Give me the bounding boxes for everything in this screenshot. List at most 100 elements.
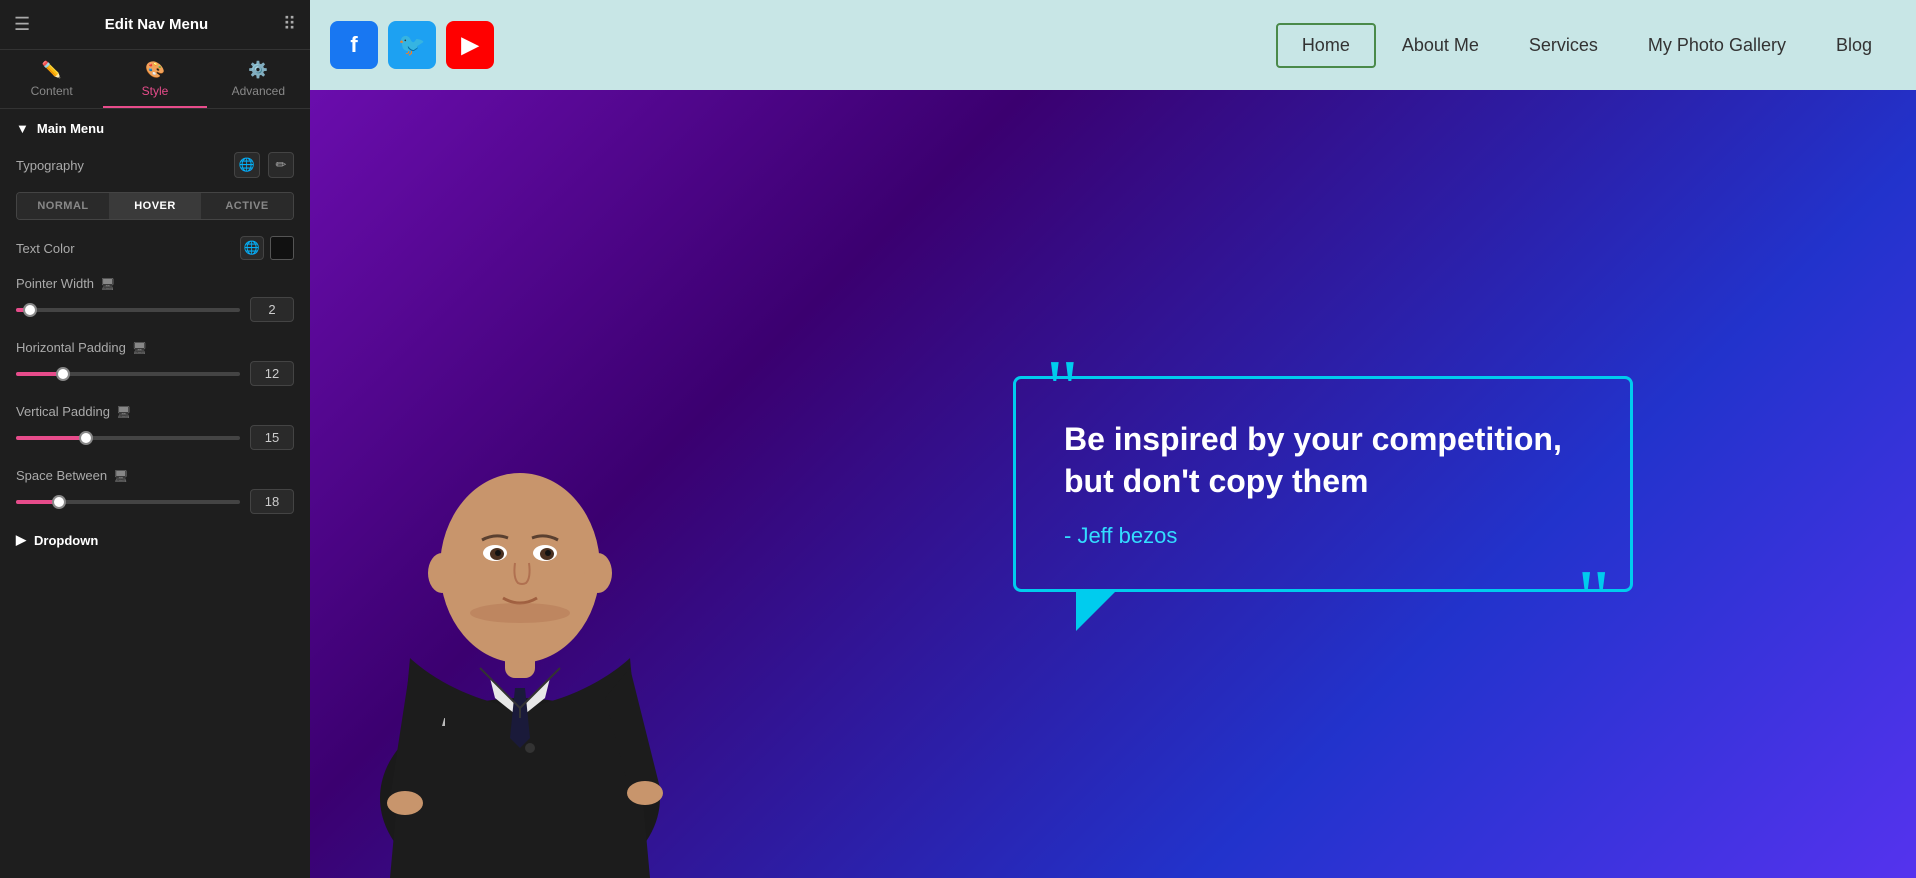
state-tab-normal[interactable]: NORMAL [17,193,109,219]
preview-nav: f 🐦 ▶ Home About Me Services My Photo Ga… [310,0,1916,90]
tab-content[interactable]: ✏️ Content [0,50,103,108]
typography-row: Typography 🌐 ✏ [16,152,294,178]
pointer-width-text: Pointer Width [16,276,94,291]
nav-item-services[interactable]: Services [1505,25,1622,66]
vertical-padding-label-row: Vertical Padding 🖥 [16,404,294,419]
pointer-width-thumb[interactable] [23,303,37,317]
quote-mark-close-icon: " [1577,559,1610,639]
hero-person [310,90,730,878]
horizontal-padding-label: Horizontal Padding 🖥 [16,340,147,355]
pointer-width-value[interactable]: 2 [250,297,294,322]
horizontal-padding-fill [16,372,61,376]
grid-icon[interactable]: ⠿ [283,14,296,35]
tab-advanced[interactable]: ⚙️ Advanced [207,50,310,108]
nav-home-label: Home [1302,35,1350,55]
monitor-icon-hp: 🖥 [132,341,147,355]
social-icons-group: f 🐦 ▶ [330,21,494,69]
horizontal-padding-text: Horizontal Padding [16,340,126,355]
panel-header: ☰ Edit Nav Menu ⠿ [0,0,310,50]
monitor-icon-sb: 🖥 [113,469,128,483]
globe-icon-btn[interactable]: 🌐 [234,152,260,178]
vertical-padding-label: Vertical Padding 🖥 [16,404,131,419]
facebook-letter: f [350,32,357,58]
color-controls: 🌐 [240,236,294,260]
vertical-padding-fill [16,436,83,440]
monitor-icon-vp: 🖥 [116,405,131,419]
section-chevron-icon: ▼ [16,121,29,136]
nav-item-about[interactable]: About Me [1378,25,1503,66]
space-between-label-row: Space Between 🖥 [16,468,294,483]
space-between-slider-row: 18 [16,489,294,514]
vertical-padding-thumb[interactable] [79,431,93,445]
space-between-thumb[interactable] [52,495,66,509]
state-tab-active[interactable]: ACTIVE [201,193,293,219]
pointer-width-row: Pointer Width 🖥 2 [16,276,294,322]
horizontal-padding-thumb[interactable] [56,367,70,381]
nav-item-blog[interactable]: Blog [1812,25,1896,66]
pointer-width-label-row: Pointer Width 🖥 [16,276,294,291]
space-between-fill [16,500,56,504]
vertical-padding-value[interactable]: 15 [250,425,294,450]
main-menu-label: Main Menu [37,121,104,136]
nav-blog-label: Blog [1836,35,1872,55]
space-between-text: Space Between [16,468,107,483]
style-icon: 🎨 [145,60,165,80]
hero-quote-author: - Jeff bezos [1064,523,1582,549]
vertical-padding-row: Vertical Padding 🖥 15 [16,404,294,450]
typography-actions: 🌐 ✏ [234,152,294,178]
vertical-padding-track[interactable] [16,436,240,440]
hero-quote-text: Be inspired by your competition, but don… [1064,419,1582,502]
nav-item-home[interactable]: Home [1276,23,1376,68]
tab-content-label: Content [31,84,73,98]
space-between-label: Space Between 🖥 [16,468,128,483]
nav-menu: Home About Me Services My Photo Gallery … [1276,23,1896,68]
nav-item-gallery[interactable]: My Photo Gallery [1624,25,1810,66]
hero-content: " Be inspired by your competition, but d… [730,90,1916,878]
youtube-play: ▶ [462,32,479,58]
vertical-padding-text: Vertical Padding [16,404,110,419]
text-color-row: Text Color 🌐 [16,236,294,260]
panel-content: ▼ Main Menu Typography 🌐 ✏ NORMAL HOVER … [0,109,310,878]
monitor-icon-pw: 🖥 [100,277,115,291]
horizontal-padding-value[interactable]: 12 [250,361,294,386]
space-between-track[interactable] [16,500,240,504]
right-panel: f 🐦 ▶ Home About Me Services My Photo Ga… [310,0,1916,878]
state-tabs: NORMAL HOVER ACTIVE [16,192,294,220]
dropdown-label: Dropdown [34,533,98,548]
tab-advanced-label: Advanced [232,84,285,98]
content-icon: ✏️ [42,60,62,80]
horizontal-padding-row: Horizontal Padding 🖥 12 [16,340,294,386]
pointer-width-label: Pointer Width 🖥 [16,276,115,291]
youtube-icon[interactable]: ▶ [446,21,494,69]
twitter-bird: 🐦 [398,32,425,58]
space-between-row: Space Between 🖥 18 [16,468,294,514]
twitter-icon[interactable]: 🐦 [388,21,436,69]
quote-mark-open-icon: " [1046,349,1079,429]
main-menu-section-header[interactable]: ▼ Main Menu [16,121,294,136]
text-color-label: Text Color [16,241,75,256]
facebook-icon[interactable]: f [330,21,378,69]
advanced-icon: ⚙️ [248,60,268,80]
dropdown-section[interactable]: ▶ Dropdown [16,532,294,548]
edit-icon-btn[interactable]: ✏ [268,152,294,178]
person-svg [330,178,710,878]
quote-box: " Be inspired by your competition, but d… [1013,376,1633,591]
state-tab-hover[interactable]: HOVER [109,193,201,219]
color-globe-icon[interactable]: 🌐 [240,236,264,260]
left-panel: ☰ Edit Nav Menu ⠿ ✏️ Content 🎨 Style ⚙️ … [0,0,310,878]
hamburger-icon[interactable]: ☰ [14,14,30,35]
pointer-width-track[interactable] [16,308,240,312]
nav-services-label: Services [1529,35,1598,55]
horizontal-padding-track[interactable] [16,372,240,376]
vertical-padding-slider-row: 15 [16,425,294,450]
tab-style-label: Style [142,84,169,98]
space-between-value[interactable]: 18 [250,489,294,514]
color-box-black[interactable] [270,236,294,260]
horizontal-padding-label-row: Horizontal Padding 🖥 [16,340,294,355]
typography-label: Typography [16,158,84,173]
nav-about-label: About Me [1402,35,1479,55]
tab-style[interactable]: 🎨 Style [103,50,206,108]
dropdown-chevron-icon: ▶ [16,532,26,548]
pointer-width-slider-row: 2 [16,297,294,322]
nav-gallery-label: My Photo Gallery [1648,35,1786,55]
